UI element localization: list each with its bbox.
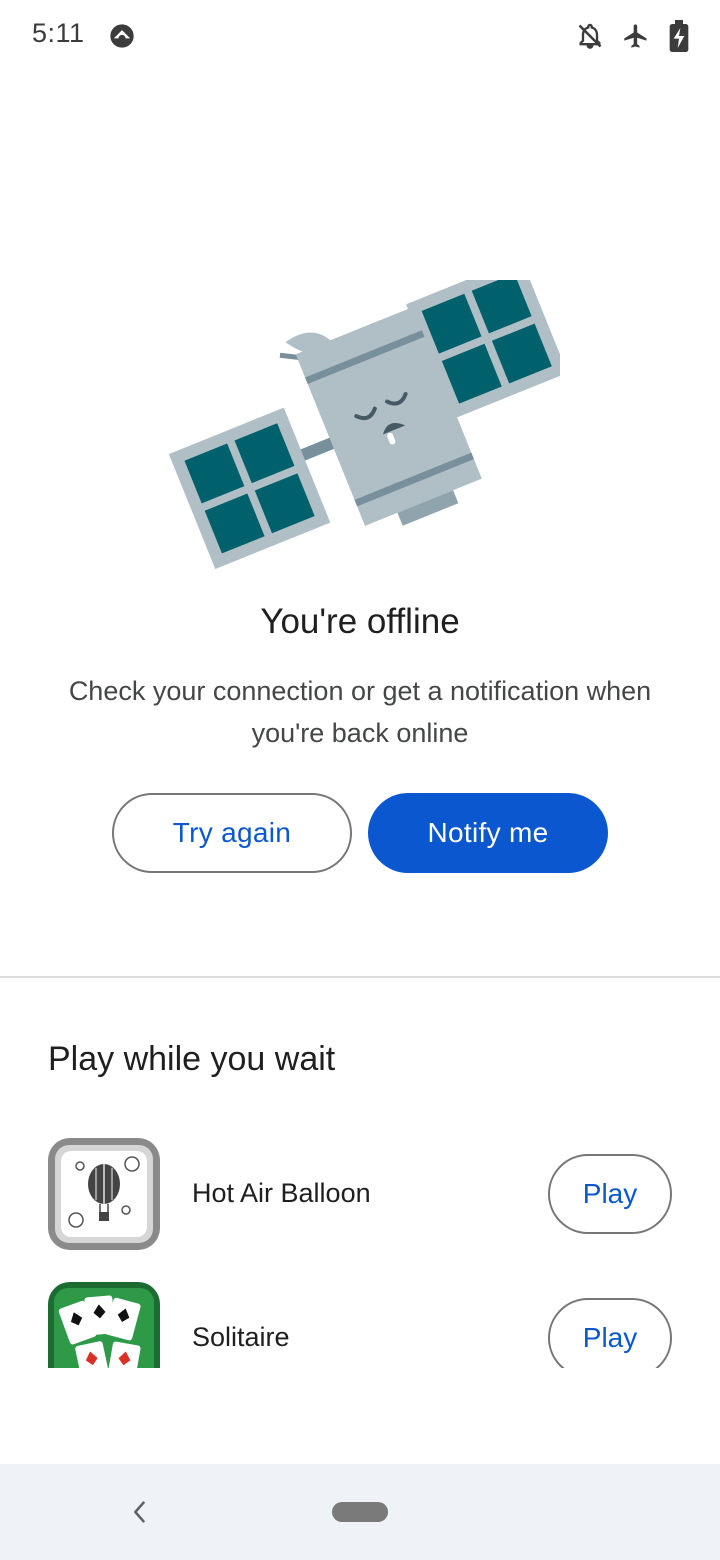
- offline-title: You're offline: [260, 602, 460, 641]
- try-again-button[interactable]: Try again: [112, 793, 352, 873]
- back-chevron-icon[interactable]: [126, 1498, 154, 1526]
- navigation-bar: [0, 1464, 720, 1560]
- notify-me-button[interactable]: Notify me: [368, 793, 608, 873]
- sleeping-satellite-illustration: [168, 280, 560, 570]
- game-name-hot-air-balloon: Hot Air Balloon: [192, 1178, 371, 1208]
- solitaire-icon[interactable]: [48, 1282, 160, 1368]
- status-bar: 5:11: [0, 0, 720, 72]
- airplane-mode-icon: [624, 24, 647, 48]
- play-button-solitaire[interactable]: Play: [548, 1298, 672, 1368]
- games-list: Hot Air Balloon Play Solitaire Play: [0, 1130, 720, 1368]
- game-name-solitaire: Solitaire: [192, 1322, 290, 1352]
- battery-charging-icon: [669, 20, 689, 52]
- status-icons: [576, 20, 690, 52]
- play-button-hot-air-balloon[interactable]: Play: [548, 1154, 672, 1234]
- data-saver-icon: [110, 24, 134, 48]
- game-row-hot-air-balloon: Hot Air Balloon Play: [0, 1130, 720, 1250]
- offline-message: Check your connection or get a notificat…: [68, 676, 652, 748]
- games-section-title: Play while you wait: [48, 1040, 336, 1078]
- section-divider: [0, 976, 720, 978]
- status-time: 5:11: [32, 18, 85, 48]
- hot-air-balloon-icon[interactable]: [48, 1138, 160, 1250]
- notifications-off-icon: [578, 23, 602, 49]
- home-pill-icon[interactable]: [332, 1502, 388, 1522]
- game-row-solitaire: Solitaire Play: [0, 1274, 720, 1368]
